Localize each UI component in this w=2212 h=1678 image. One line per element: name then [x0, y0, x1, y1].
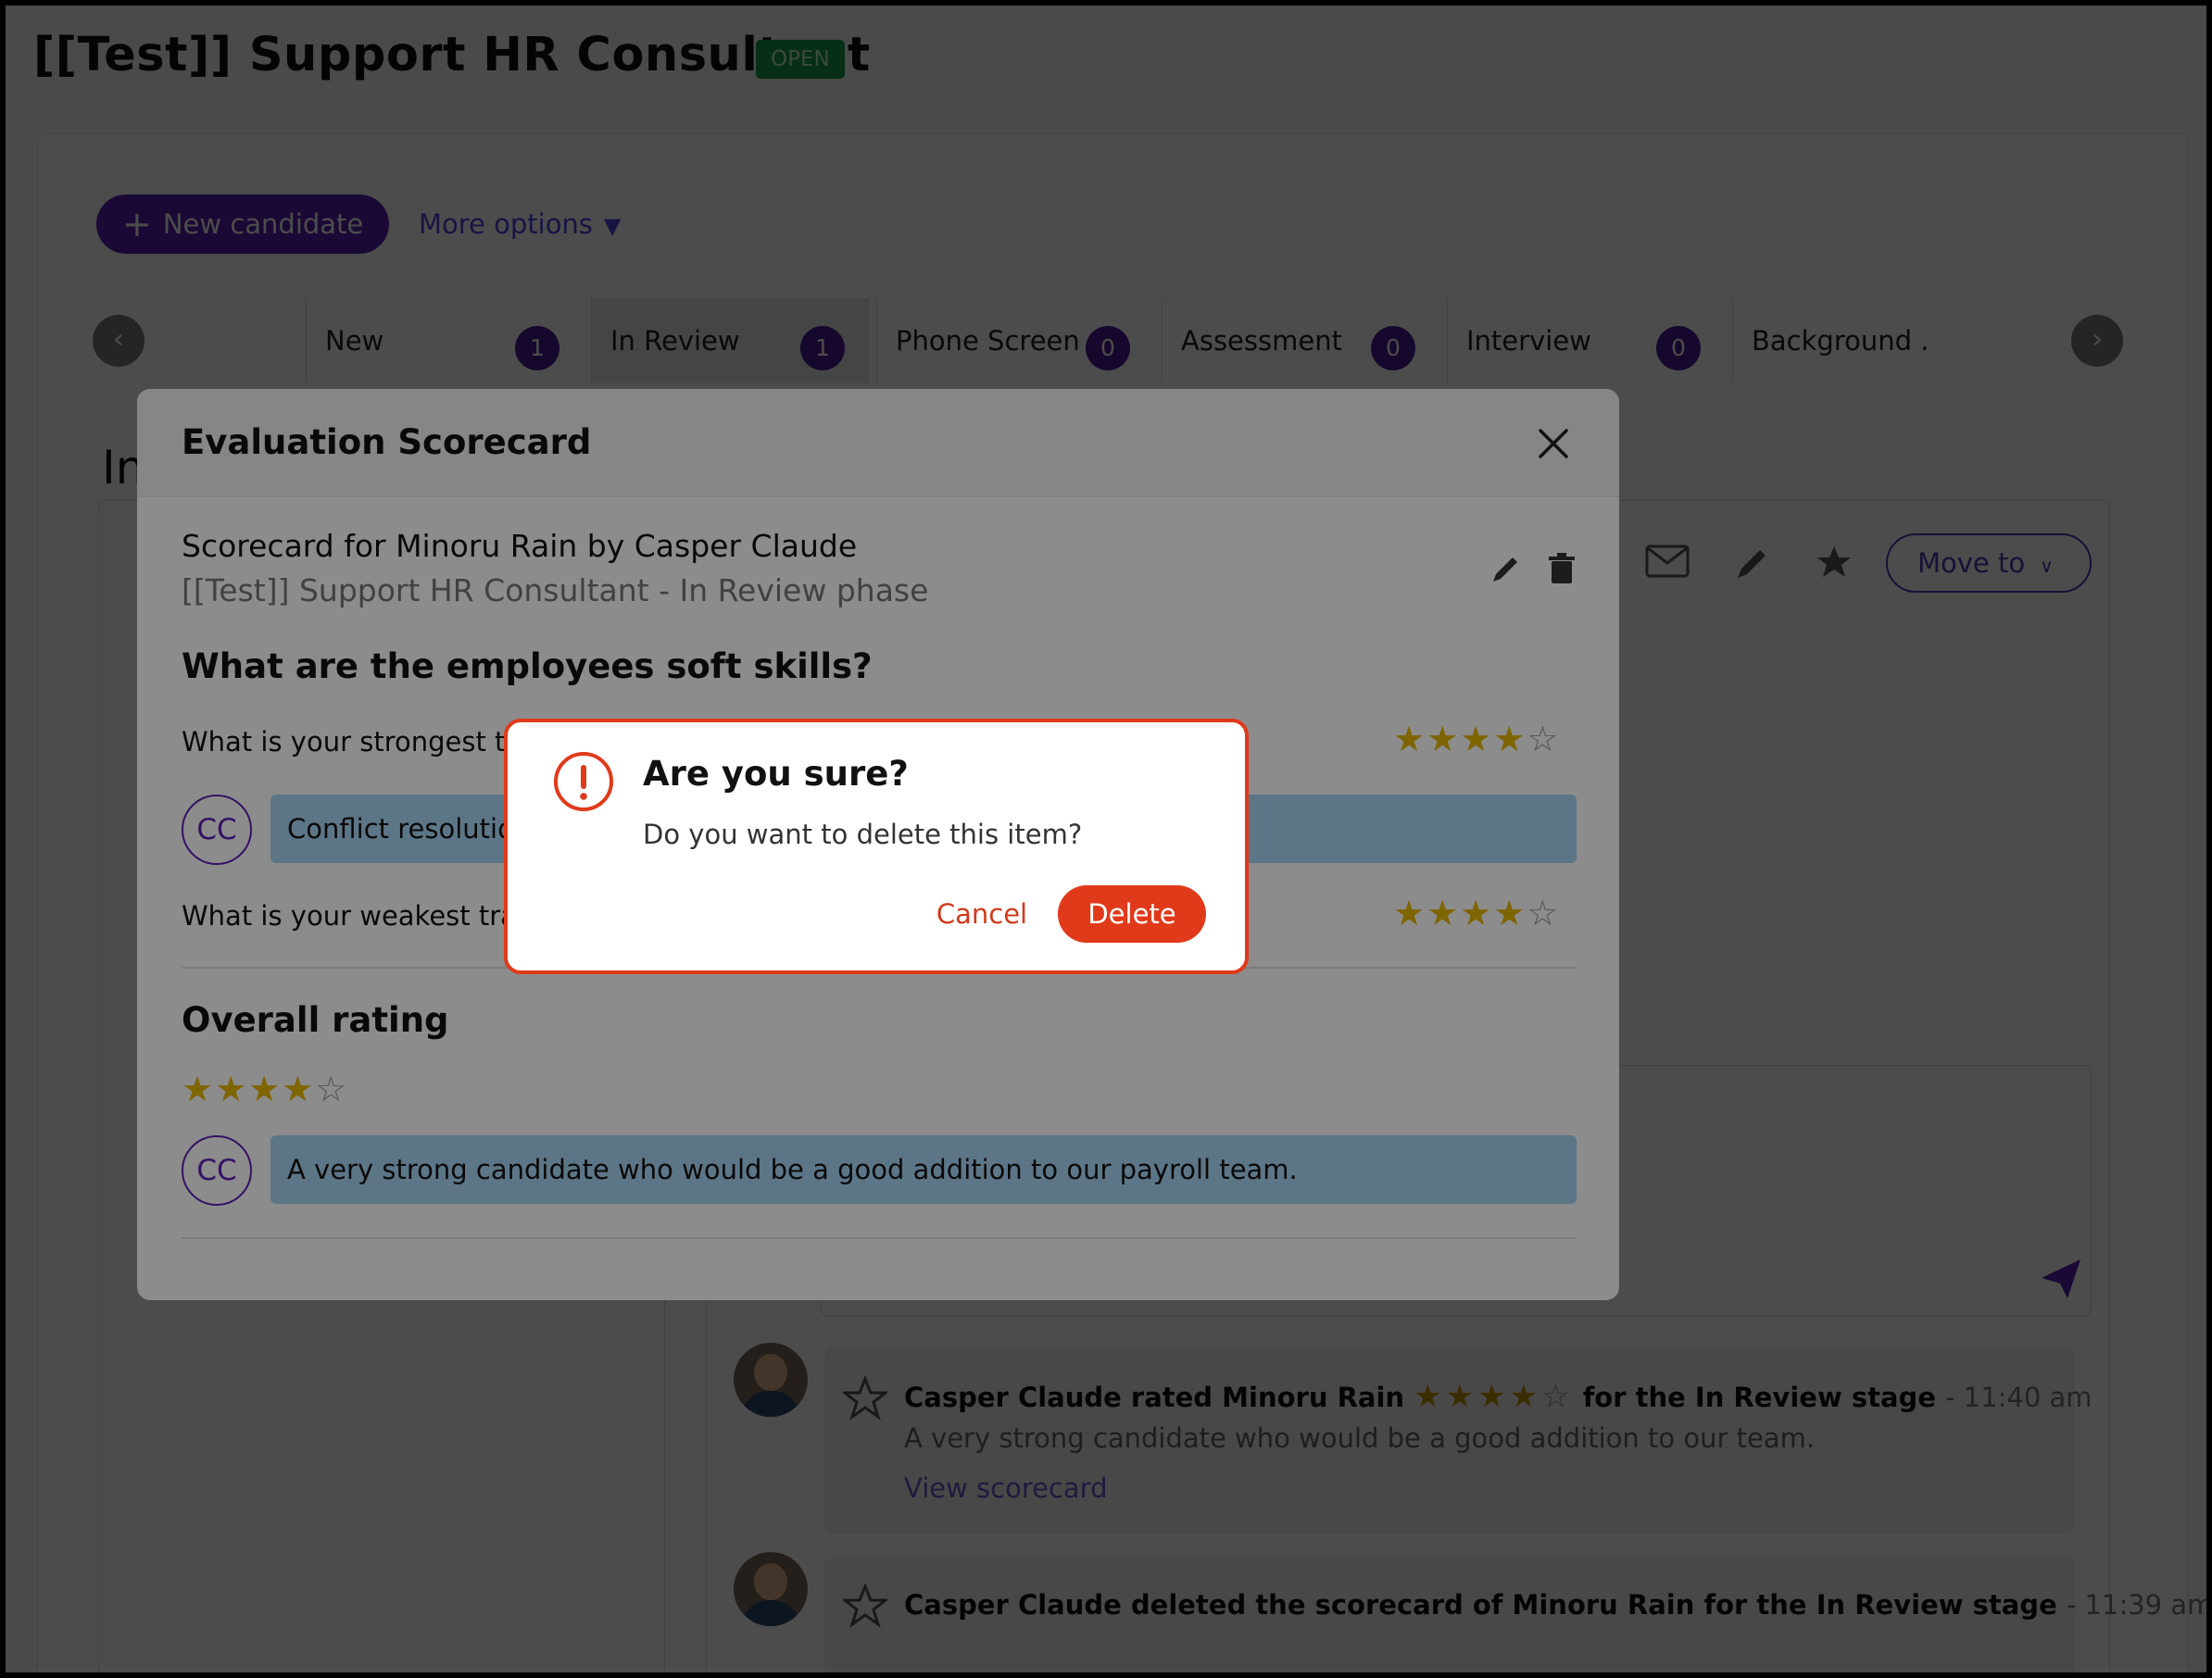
cancel-button[interactable]: Cancel [928, 885, 1036, 943]
delete-button[interactable]: Delete [1058, 885, 1206, 943]
confirm-message: Do you want to delete this item? [643, 819, 1083, 850]
warning-icon [554, 752, 613, 811]
delete-confirm-dialog: Are you sure? Do you want to delete this… [504, 719, 1249, 974]
app-frame: [[Test]] Support HR Consultant OPEN + New… [0, 0, 2212, 1678]
confirm-title: Are you sure? [643, 754, 909, 794]
